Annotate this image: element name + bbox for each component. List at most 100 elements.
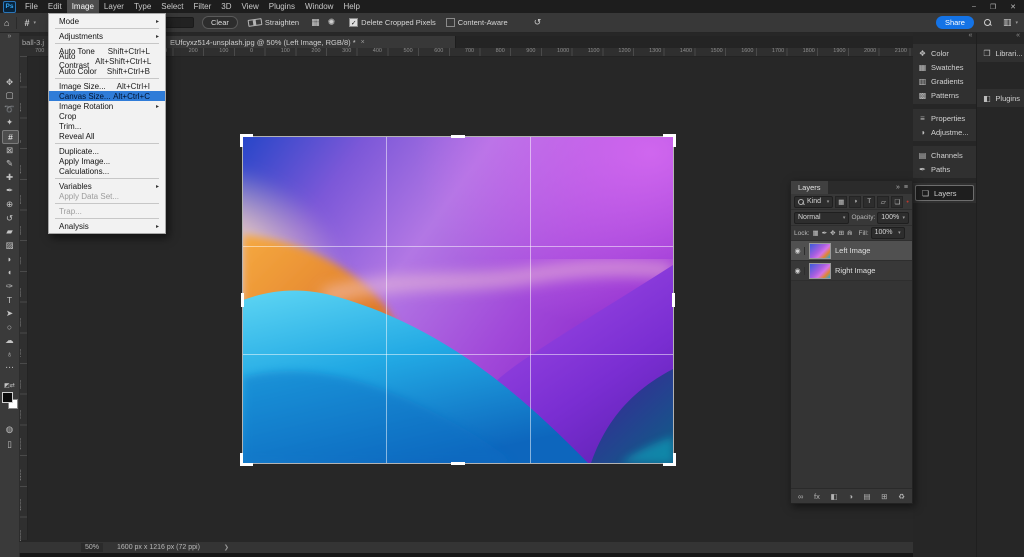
crop-handle-right[interactable] [672, 293, 675, 307]
straighten-label[interactable]: Straighten [265, 18, 299, 27]
dock-panel-librari[interactable]: ❒ Librari... [977, 46, 1024, 60]
menu-item-analysis[interactable]: Analysis ▸ [49, 221, 165, 231]
collapse-panel-icon[interactable]: » [896, 184, 900, 191]
layers-panel-tab[interactable]: Layers [791, 181, 828, 194]
hand-tool[interactable]: ☁ [2, 334, 17, 346]
menu-item-auto-color[interactable]: Auto Color Shift+Ctrl+B [49, 66, 165, 76]
menubar-item-select[interactable]: Select [156, 0, 188, 13]
filter-type-icon[interactable]: T [863, 195, 876, 208]
menubar-item-filter[interactable]: Filter [189, 0, 217, 13]
status-options-chevron-icon[interactable]: ❯ [224, 544, 229, 551]
zoom-level-field[interactable]: 50% [81, 543, 104, 552]
share-button[interactable]: Share [935, 16, 974, 29]
layer-thumbnail[interactable] [809, 242, 831, 259]
delete-cropped-pixels-checkbox[interactable]: ✓ [349, 18, 359, 27]
collapse-dock-icon[interactable]: « [913, 32, 976, 44]
menubar-item-image[interactable]: Image [66, 0, 99, 13]
dock-panel-gradients[interactable]: ▥ Gradients [913, 74, 976, 88]
lock-option-icon[interactable]: ✒ [821, 229, 828, 237]
menu-item-trap[interactable]: Trap... [49, 206, 165, 216]
menu-item-image-rotation[interactable]: Image Rotation ▸ [49, 101, 165, 111]
dock-panel-layers[interactable]: ❏ Layers [915, 185, 975, 201]
menu-item-crop[interactable]: Crop [49, 111, 165, 121]
panel-menu-icon[interactable]: ≡ [904, 184, 908, 191]
collapse-dock-icon[interactable]: « [977, 32, 1024, 44]
marquee-tool[interactable]: ▢ [2, 90, 17, 102]
crop-handle-left[interactable] [241, 293, 244, 307]
dock-panel-swatches[interactable]: ▦ Swatches [913, 60, 976, 74]
blend-mode-dropdown[interactable]: Normal ▾ [794, 211, 850, 224]
straighten-icon[interactable] [247, 18, 263, 27]
healing-brush-tool[interactable]: ✚ [2, 171, 17, 183]
menu-item-canvas-size[interactable]: Canvas Size... Alt+Ctrl+C [49, 91, 165, 101]
menubar-item-3d[interactable]: 3D [216, 0, 236, 13]
layer-visibility-eye-icon[interactable]: ◉ [791, 266, 805, 275]
delete-layer-icon[interactable]: ♻ [898, 492, 905, 501]
minimize-button-icon[interactable]: – [972, 3, 976, 11]
pen-tool[interactable]: ✑ [2, 280, 17, 292]
menu-item-variables[interactable]: Variables ▸ [49, 181, 165, 191]
menu-item-apply-image[interactable]: Apply Image... [49, 156, 165, 166]
move-tool[interactable]: ✥ [2, 76, 17, 88]
dock-panel-properties[interactable]: ≡ Properties [913, 111, 976, 125]
search-icon[interactable] [983, 19, 991, 26]
more-tools-ellipsis[interactable]: ⋯ [2, 362, 17, 374]
dock-panel-adjustme[interactable]: ◑ Adjustme... [913, 125, 976, 139]
adjustment-layer-icon[interactable]: ◑ [848, 492, 853, 501]
clear-button[interactable]: Clear [201, 16, 238, 29]
swap-colors-icon[interactable]: ◩ ⇄ [2, 379, 17, 391]
foreground-color-swatch[interactable] [2, 392, 13, 403]
lasso-tool[interactable]: ➰ [2, 103, 17, 115]
dodge-tool[interactable]: ◖ [2, 266, 17, 278]
gradient-tool[interactable]: ▨ [2, 239, 17, 251]
layer-group-icon[interactable]: ▤ [864, 492, 871, 501]
type-tool[interactable]: T [2, 294, 17, 306]
crop-overlay-icon[interactable]: ▦ [311, 17, 320, 28]
filter-kind-dropdown[interactable]: Kind ▾ [794, 195, 834, 208]
menu-item-apply-data-set[interactable]: Apply Data Set... [49, 191, 165, 201]
zoom-tool[interactable]: ♁ [2, 348, 17, 360]
menubar-item-help[interactable]: Help [338, 0, 364, 13]
menu-item-mode[interactable]: Mode ▸ [49, 16, 165, 26]
blur-tool[interactable]: ◗ [2, 253, 17, 265]
dock-panel-plugins[interactable]: ◧ Plugins [977, 91, 1024, 105]
layer-mask-icon[interactable]: ◧ [831, 492, 838, 501]
filter-toggle-dot-icon[interactable]: ● [906, 199, 909, 204]
menu-item-adjustments[interactable]: Adjustments ▸ [49, 31, 165, 41]
menu-item-auto-contrast[interactable]: Auto Contrast Alt+Shift+Ctrl+L [49, 52, 165, 70]
filter-type-icon[interactable]: ◑ [849, 195, 862, 208]
dock-panel-color[interactable]: ❖ Color [913, 46, 976, 60]
lock-option-icon[interactable]: ⋒ [846, 229, 853, 237]
crop-settings-gear-icon[interactable]: ✺ [328, 17, 336, 28]
close-tab-icon[interactable]: × [361, 39, 365, 46]
menubar-item-plugins[interactable]: Plugins [264, 0, 300, 13]
menubar-item-type[interactable]: Type [129, 0, 156, 13]
dock-panel-patterns[interactable]: ▩ Patterns [913, 88, 976, 102]
menubar-item-window[interactable]: Window [300, 0, 338, 13]
reset-icon[interactable]: ↺ [534, 17, 542, 28]
history-brush-tool[interactable]: ↺ [2, 212, 17, 224]
crop-tool[interactable]: # [2, 130, 19, 145]
crop-handle-top-left[interactable] [240, 134, 253, 147]
crop-handle-bottom-left[interactable] [240, 453, 253, 466]
brush-tool[interactable]: ✒ [2, 185, 17, 197]
close-button-icon[interactable]: ✕ [1010, 3, 1016, 11]
filter-type-icon[interactable]: ▦ [835, 195, 848, 208]
quick-selection-tool[interactable]: ✦ [2, 117, 17, 129]
menu-item-trim[interactable]: Trim... [49, 121, 165, 131]
link-layers-icon[interactable]: ∞ [798, 492, 803, 501]
canvas-image[interactable] [240, 134, 676, 466]
new-layer-icon[interactable]: ⊞ [881, 492, 887, 501]
menubar-item-view[interactable]: View [237, 0, 264, 13]
fill-dropdown[interactable]: 100% ▾ [870, 227, 905, 239]
dock-panel-paths[interactable]: ✒ Paths [913, 162, 976, 176]
layer-visibility-eye-icon[interactable]: ◉ [791, 246, 805, 255]
lock-option-icon[interactable]: ✥ [829, 229, 836, 237]
crop-handle-bottom[interactable] [451, 462, 465, 465]
frame-tool[interactable]: ⊠ [2, 144, 17, 156]
layer-row[interactable]: ◉ Right Image [791, 261, 912, 281]
path-selection-tool[interactable]: ➤ [2, 307, 17, 319]
screen-mode-icon[interactable]: ▯ [2, 438, 17, 450]
clone-stamp-tool[interactable]: ⊕ [2, 198, 17, 210]
shape-tool[interactable]: ○ [2, 321, 17, 333]
